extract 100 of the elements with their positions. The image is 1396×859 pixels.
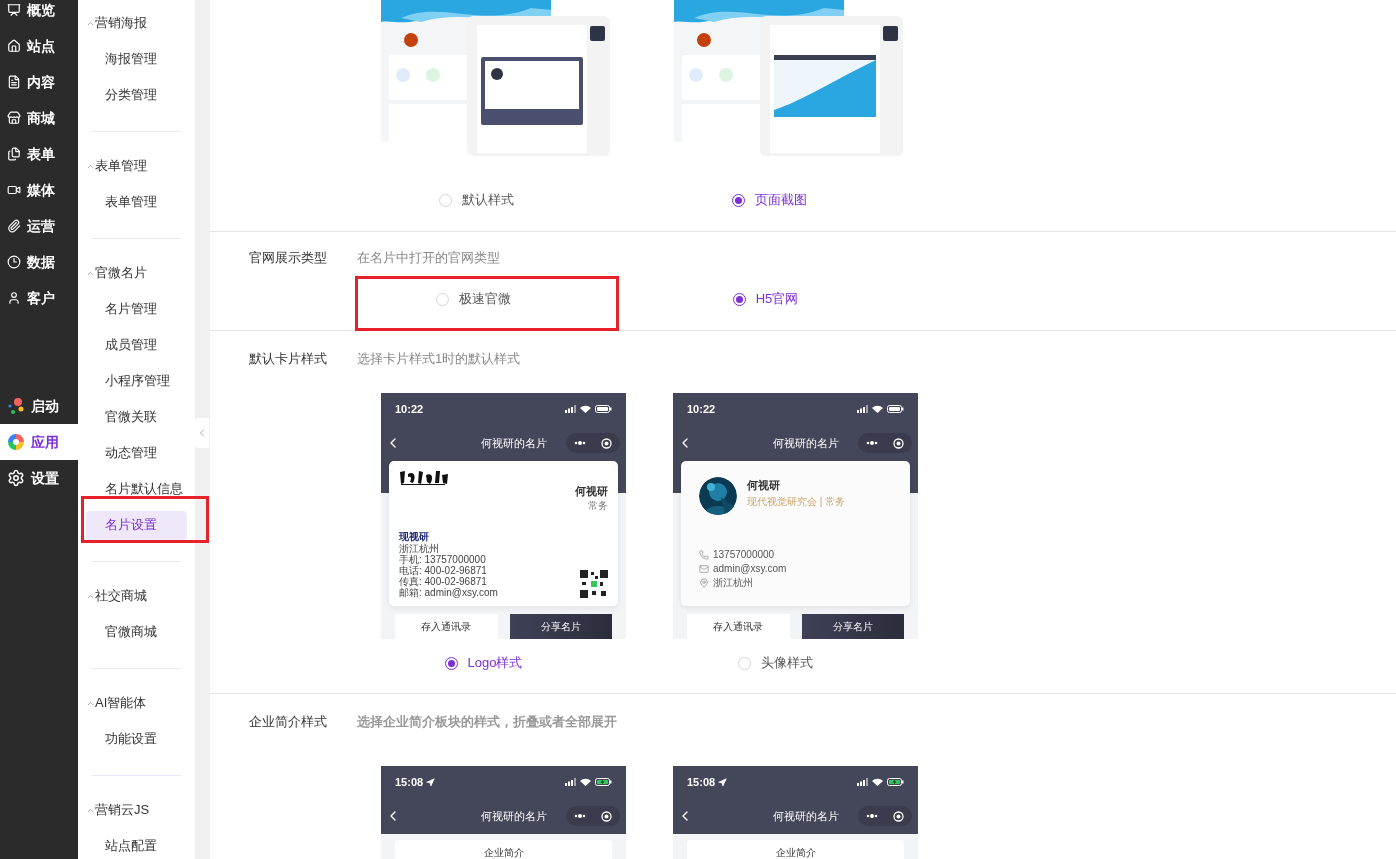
more-icon xyxy=(865,441,878,445)
share-card-button[interactable]: 分享名片 xyxy=(801,614,904,639)
menu-capsule[interactable] xyxy=(566,433,620,453)
map-pin-icon xyxy=(699,578,709,588)
contact-line: 浙江杭州 xyxy=(399,543,440,554)
nav-item[interactable]: 表单 xyxy=(0,136,78,172)
more-icon xyxy=(573,814,586,818)
status-time: 15:08 xyxy=(395,774,424,790)
more-icon xyxy=(573,441,586,445)
settings-icon xyxy=(7,469,25,487)
target-icon xyxy=(893,810,905,822)
signal-icon xyxy=(857,778,868,786)
submenu-item[interactable]: 官微商城 xyxy=(86,617,187,647)
setting-label: 默认卡片样式 xyxy=(249,350,328,369)
wifi-icon xyxy=(872,405,883,413)
wifi-icon xyxy=(872,778,883,786)
wifi-icon xyxy=(580,778,591,786)
target-icon xyxy=(601,437,613,449)
signal-icon xyxy=(565,778,576,786)
location-arrow-icon xyxy=(718,777,728,787)
card-org: 现代视觉研究会 | 常务 xyxy=(747,494,846,509)
contact-line: admin@xsy.com xyxy=(713,562,787,576)
presentation-icon xyxy=(7,3,21,17)
ring-icon xyxy=(7,433,25,451)
page-title: 何视研的名片 xyxy=(480,435,547,451)
radio-label: Logo样式 xyxy=(467,654,523,673)
contact-line: 传真: 400-02-96871 xyxy=(399,576,488,587)
save-contact-button[interactable]: 存入通讯录 xyxy=(395,614,498,639)
submenu-item[interactable]: 功能设置 xyxy=(86,724,187,754)
menu-capsule[interactable] xyxy=(858,806,912,826)
submenu-item[interactable]: 分类管理 xyxy=(86,80,187,110)
nav-item[interactable]: 商城 xyxy=(0,100,78,136)
radio-label: 头像样式 xyxy=(761,654,813,673)
video-icon xyxy=(7,183,21,197)
nav-item[interactable]: 媒体 xyxy=(0,172,78,208)
group-header[interactable]: 表单管理 xyxy=(86,148,181,184)
submenu-item[interactable]: 动态管理 xyxy=(86,438,187,468)
contact-line: 电话: 400-02-96871 xyxy=(399,565,488,576)
company-name: 现视研 xyxy=(399,531,430,543)
setting-description: 选择卡片样式1时的默认样式 xyxy=(357,350,521,369)
nav-item[interactable]: 启动 xyxy=(0,388,78,424)
nav-item[interactable]: 应用 xyxy=(0,424,78,460)
page-title: 何视研的名片 xyxy=(772,435,839,451)
group-header[interactable]: 官微名片 xyxy=(86,255,181,291)
submenu-item[interactable]: 表单管理 xyxy=(86,187,187,217)
target-icon xyxy=(893,437,905,449)
submenu-item[interactable]: 名片默认信息 xyxy=(86,474,187,504)
more-icon xyxy=(865,814,878,818)
status-time: 15:08 xyxy=(687,774,716,790)
nav-item[interactable]: 概览 xyxy=(0,0,78,28)
phone-icon xyxy=(699,550,709,560)
save-contact-button[interactable]: 存入通讯录 xyxy=(687,614,790,639)
store-icon xyxy=(7,111,21,125)
menu-capsule[interactable] xyxy=(858,433,912,453)
submenu-item[interactable]: 海报管理 xyxy=(86,44,187,74)
group-header[interactable]: 营销海报 xyxy=(86,5,181,41)
status-time: 10:22 xyxy=(395,401,424,417)
target-icon xyxy=(601,810,613,822)
nav-item[interactable]: 内容 xyxy=(0,64,78,100)
submenu-item[interactable]: 官微关联 xyxy=(86,402,187,432)
setting-description: 在名片中打开的官网类型 xyxy=(357,249,500,268)
contact-line: 邮箱: admin@xsy.com xyxy=(399,587,498,598)
group-header[interactable]: 营销云JS xyxy=(86,792,181,828)
submenu-item[interactable]: 成员管理 xyxy=(86,330,187,360)
radio-label: 极速官微 xyxy=(459,290,511,309)
page-title: 何视研的名片 xyxy=(772,808,839,824)
qr-code-icon xyxy=(580,570,608,598)
contact-line: 浙江杭州 xyxy=(713,576,753,590)
intro-heading: 企业简介 xyxy=(697,845,894,859)
submenu-item[interactable]: 站点配置 xyxy=(86,831,187,859)
paperclip-icon xyxy=(7,219,21,233)
files-icon xyxy=(7,147,21,161)
mail-icon xyxy=(699,564,709,574)
nav-item[interactable]: 站点 xyxy=(0,28,78,64)
dots-icon xyxy=(7,397,25,415)
radio-label: H5官网 xyxy=(755,290,799,309)
nav-item[interactable]: 客户 xyxy=(0,280,78,316)
setting-label: 官网展示类型 xyxy=(249,249,328,268)
group-header[interactable]: AI智能体 xyxy=(86,685,181,721)
submenu-item[interactable]: 名片管理 xyxy=(86,294,187,324)
page-title: 何视研的名片 xyxy=(480,808,547,824)
contact-line: 13757000000 xyxy=(713,548,775,562)
card-role: 常务 xyxy=(588,499,608,511)
setting-description: 选择企业简介板块的样式，折叠或者全部展开 xyxy=(357,713,617,732)
nav-item[interactable]: 运营 xyxy=(0,208,78,244)
group-header[interactable]: 社交商城 xyxy=(86,578,181,614)
signal-icon xyxy=(857,405,868,413)
house-icon xyxy=(7,39,21,53)
nav-item[interactable]: 数据 xyxy=(0,244,78,280)
contact-line: 手机: 13757000000 xyxy=(399,554,487,565)
radio-label: 默认样式 xyxy=(461,191,514,210)
submenu-item[interactable]: 小程序管理 xyxy=(86,366,187,396)
setting-label: 企业简介样式 xyxy=(249,713,328,732)
signal-icon xyxy=(565,405,576,413)
share-card-button[interactable]: 分享名片 xyxy=(509,614,612,639)
menu-capsule[interactable] xyxy=(566,806,620,826)
nav-item[interactable]: 设置 xyxy=(0,460,78,496)
radio-label: 页面截图 xyxy=(754,191,807,210)
submenu-item[interactable]: 名片设置 xyxy=(86,510,187,540)
card-name: 何视研 xyxy=(747,478,781,493)
